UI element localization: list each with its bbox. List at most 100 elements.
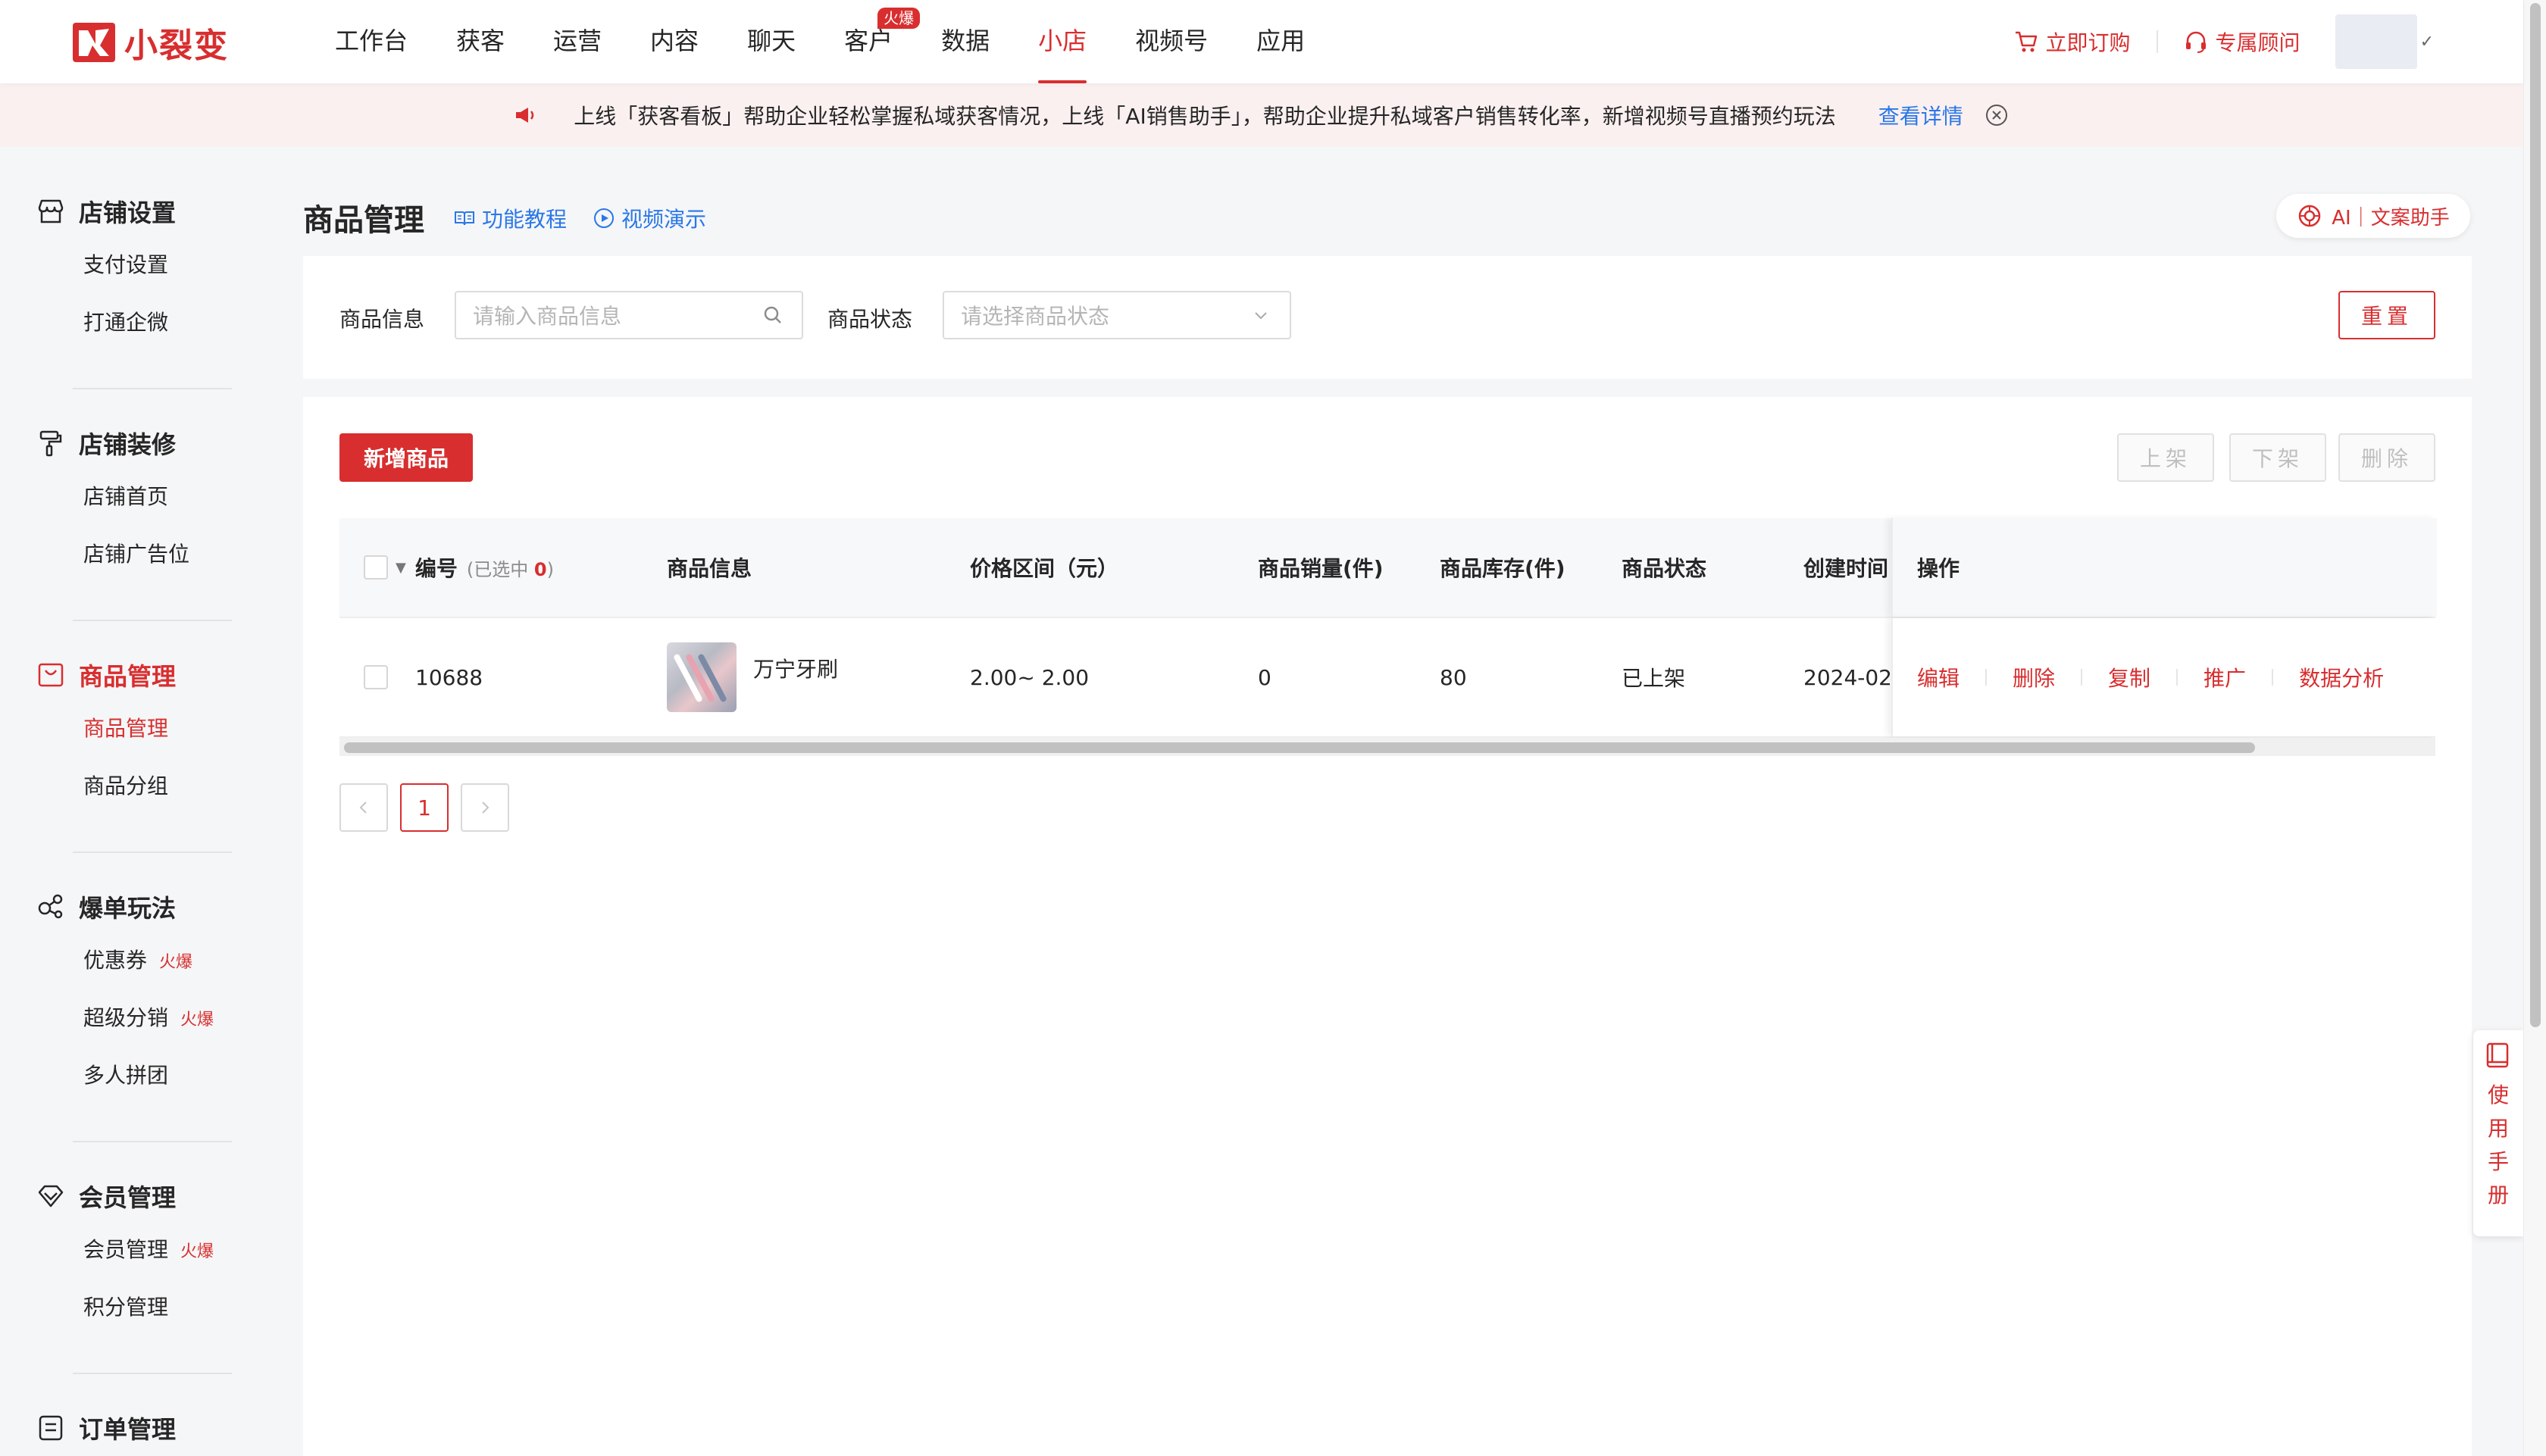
nav-shop[interactable]: 小店 — [1014, 0, 1111, 83]
list-on-button[interactable]: 上架 — [2117, 433, 2214, 482]
close-icon[interactable] — [1985, 103, 2009, 127]
nav-customers[interactable]: 客户 火爆 — [820, 0, 921, 83]
sidebar-group-promotions: 爆单玩法 优惠券 火爆 超级分销 火爆 多人拼团 — [36, 882, 232, 1104]
delete-link[interactable]: 删除 — [2013, 662, 2055, 692]
filter-panel: 商品信息 请输入商品信息 商品状态 请选择商品状态 重置 — [303, 256, 2472, 379]
order-now-link[interactable]: 立即订购 — [2014, 27, 2131, 57]
row-checkbox[interactable] — [364, 665, 388, 689]
chevron-down-icon — [1249, 303, 1273, 327]
stock-cell: 80 — [1440, 664, 1467, 690]
sales-column-header: 商品销量(件) — [1258, 556, 1384, 581]
nav-operations[interactable]: 运营 — [529, 0, 626, 83]
add-product-button[interactable]: 新增商品 — [339, 433, 473, 482]
bulk-delete-button[interactable]: 删除 — [2338, 433, 2435, 482]
sidebar-group-title[interactable]: 店铺装修 — [36, 418, 232, 468]
divider — [2272, 669, 2274, 686]
nav-acquire[interactable]: 获客 — [432, 0, 529, 83]
chevron-right-icon — [482, 801, 489, 814]
scrollbar-thumb[interactable] — [344, 742, 2255, 753]
advisor-link[interactable]: 专属顾问 — [2184, 27, 2300, 57]
hot-tag: 火爆 — [180, 1011, 214, 1030]
sidebar-group-orders: 订单管理 — [36, 1403, 232, 1453]
id-column-header: ▼ 编号 (已选中 0) — [364, 518, 554, 617]
headset-icon — [2185, 31, 2206, 53]
product-table: ▼ 编号 (已选中 0) 商品信息 价格区间（元） 商品销量(件) 商品库存(件… — [339, 518, 2437, 756]
main-nav: 工作台 获客 运营 内容 聊天 客户 火爆 数据 小店 视频号 应用 — [311, 0, 1329, 83]
pagination: 1 — [339, 783, 521, 832]
hot-tag: 火爆 — [159, 953, 193, 972]
list-off-button[interactable]: 下架 — [2229, 433, 2326, 482]
sidebar-item-member-management[interactable]: 会员管理 火爆 — [36, 1221, 232, 1279]
sidebar-group-title[interactable]: 商品管理 — [36, 650, 232, 700]
nav-content[interactable]: 内容 — [626, 0, 723, 83]
sidebar-group-title[interactable]: 订单管理 — [36, 1403, 232, 1453]
table-header: ▼ 编号 (已选中 0) 商品信息 价格区间（元） 商品销量(件) 商品库存(件… — [339, 518, 2437, 618]
reset-button[interactable]: 重置 — [2338, 291, 2435, 339]
sidebar-item-store-ads[interactable]: 店铺广告位 — [36, 526, 232, 583]
sidebar-group-members: 会员管理 会员管理 火爆 积分管理 — [36, 1171, 232, 1336]
scrollbar-thumb[interactable] — [2530, 3, 2541, 1027]
product-info-search-input[interactable]: 请输入商品信息 — [455, 291, 803, 339]
hot-badge: 火爆 — [877, 8, 921, 29]
next-page-button[interactable] — [461, 783, 509, 832]
select-all-checkbox[interactable] — [364, 555, 388, 580]
nav-workbench[interactable]: 工作台 — [311, 0, 432, 83]
prev-page-button[interactable] — [339, 783, 388, 832]
sidebar-group-store-decoration: 店铺装修 店铺首页 店铺广告位 — [36, 418, 232, 583]
id-cell: 10688 — [364, 618, 483, 736]
vertical-scrollbar[interactable] — [2523, 0, 2546, 1456]
sidebar-item-group-buying[interactable]: 多人拼团 — [36, 1047, 232, 1104]
store-icon — [38, 199, 64, 223]
view-details-link[interactable]: 查看详情 — [1878, 100, 1963, 130]
chevron-left-icon — [359, 801, 367, 814]
sidebar-item-wecom[interactable]: 打通企微 — [36, 294, 232, 352]
book-icon — [455, 211, 474, 226]
sidebar-item-coupons[interactable]: 优惠券 火爆 — [36, 932, 232, 989]
operations-column-header: 操作 — [1891, 518, 2437, 617]
ai-copywriting-button[interactable]: AI｜文案助手 — [2276, 194, 2470, 238]
sidebar-divider — [73, 1141, 232, 1142]
nav-chat[interactable]: 聊天 — [723, 0, 820, 83]
product-status-select[interactable]: 请选择商品状态 — [943, 291, 1291, 339]
search-icon[interactable] — [761, 303, 785, 327]
announcement-bar: 上线「获客看板」帮助企业轻松掌握私域获客情况，上线「AI销售助手」，帮助企业提升… — [0, 83, 2523, 147]
paint-roller-icon — [39, 430, 62, 457]
sidebar-item-super-distribution[interactable]: 超级分销 火爆 — [36, 989, 232, 1047]
product-info-label: 商品信息 — [339, 307, 425, 332]
video-demo-link[interactable]: 视频演示 — [593, 203, 706, 233]
edit-link[interactable]: 编辑 — [1917, 662, 1960, 692]
sidebar-item-store-home[interactable]: 店铺首页 — [36, 468, 232, 526]
chevron-down-icon[interactable]: ✓ — [2420, 33, 2434, 52]
status-column-header: 商品状态 — [1622, 556, 1707, 581]
nav-data[interactable]: 数据 — [917, 0, 1014, 83]
horizontal-scrollbar[interactable] — [339, 738, 2435, 756]
copy-link[interactable]: 复制 — [2108, 662, 2150, 692]
caret-down-icon[interactable]: ▼ — [396, 560, 406, 576]
tutorial-link[interactable]: 功能教程 — [453, 203, 567, 233]
sidebar-item-points[interactable]: 积分管理 — [36, 1279, 232, 1336]
brand-logo[interactable]: 小裂变 — [73, 20, 229, 65]
share-nodes-icon — [38, 894, 63, 919]
operations-header-label: 操作 — [1917, 556, 1960, 581]
user-manual-button[interactable]: 使用手册 — [2473, 1030, 2523, 1236]
sidebar-group-title[interactable]: 店铺设置 — [36, 186, 232, 236]
nav-channels[interactable]: 视频号 — [1111, 0, 1232, 83]
page-number[interactable]: 1 — [400, 783, 449, 832]
ai-icon — [2299, 205, 2321, 227]
sidebar-item-payment-settings[interactable]: 支付设置 — [36, 236, 232, 294]
sidebar-item-product-groups[interactable]: 商品分组 — [36, 758, 232, 815]
product-thumbnail[interactable] — [667, 642, 737, 712]
sidebar-group-title[interactable]: 爆单玩法 — [36, 882, 232, 932]
nav-apps[interactable]: 应用 — [1232, 0, 1329, 83]
sidebar-divider — [73, 620, 232, 621]
promote-link[interactable]: 推广 — [2204, 662, 2246, 692]
user-avatar[interactable] — [2335, 14, 2417, 69]
sidebar-group-title[interactable]: 会员管理 — [36, 1171, 232, 1221]
data-analysis-link[interactable]: 数据分析 — [2299, 662, 2384, 692]
product-name[interactable]: 万宁牙刷 — [753, 653, 838, 683]
sidebar-item-product-management[interactable]: 商品管理 — [36, 700, 232, 758]
selected-count: (已选中 0) — [466, 558, 554, 580]
top-navbar: 小裂变 工作台 获客 运营 内容 聊天 客户 火爆 数据 小店 视频号 应用 立即… — [0, 0, 2523, 83]
cart-icon — [2015, 31, 2037, 52]
product-list-panel: 新增商品 上架 下架 删除 ▼ 编号 (已选中 0) 商品信息 价格区间（元） … — [303, 397, 2472, 1456]
